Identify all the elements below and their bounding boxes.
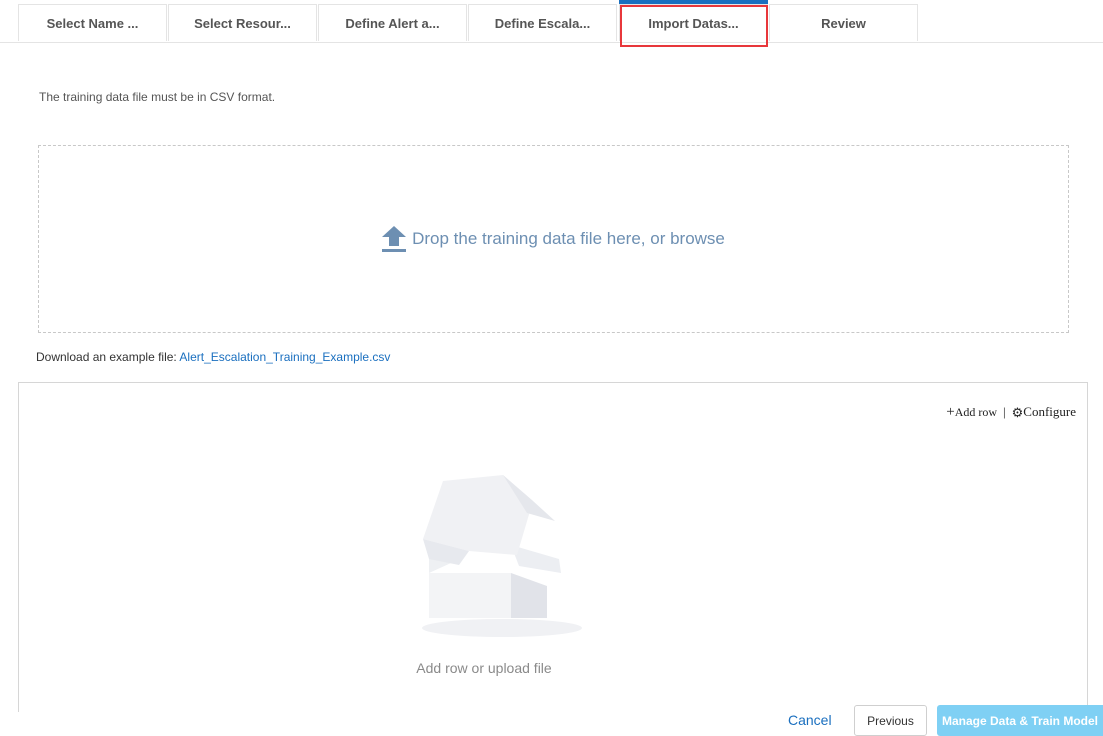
configure-label: Configure <box>1023 404 1076 419</box>
toolbar-separator: | <box>1003 404 1006 419</box>
active-tab-indicator <box>619 0 768 4</box>
tab-select-name[interactable]: Select Name ... <box>18 4 167 41</box>
cancel-button[interactable]: Cancel <box>788 712 832 728</box>
tab-define-alert[interactable]: Define Alert a... <box>318 4 467 41</box>
format-hint: The training data file must be in CSV fo… <box>39 90 276 104</box>
empty-box-icon <box>399 473 589 643</box>
file-dropzone[interactable]: Drop the training data file here, or bro… <box>38 145 1069 333</box>
grid-toolbar: + Add row | ⚙ Configure <box>946 404 1076 420</box>
upload-icon <box>382 226 407 252</box>
gear-icon: ⚙ <box>1011 404 1024 420</box>
data-grid-panel: + Add row | ⚙ Configure Add row or uploa… <box>18 382 1088 712</box>
empty-state-text: Add row or upload file <box>416 660 552 676</box>
download-prefix: Download an example file: <box>36 350 180 364</box>
tab-define-escalation[interactable]: Define Escala... <box>468 4 617 41</box>
previous-button[interactable]: Previous <box>854 705 927 736</box>
wizard-tabs: Select Name ... Select Resour... Define … <box>0 0 1103 43</box>
dropzone-text: Drop the training data file here, or bro… <box>412 229 725 248</box>
tab-import-dataset[interactable]: Import Datas... <box>619 4 768 41</box>
download-example: Download an example file: Alert_Escalati… <box>36 350 390 364</box>
example-file-link[interactable]: Alert_Escalation_Training_Example.csv <box>179 350 390 364</box>
tab-select-resource[interactable]: Select Resour... <box>168 4 317 41</box>
add-row-label: Add row <box>954 404 998 419</box>
manage-data-train-model-button[interactable]: Manage Data & Train Model <box>937 705 1103 736</box>
configure-button[interactable]: ⚙ Configure <box>1012 404 1076 420</box>
dropzone-content: Drop the training data file here, or bro… <box>382 226 725 252</box>
plus-icon: + <box>946 403 955 420</box>
tab-review[interactable]: Review <box>769 4 918 41</box>
add-row-button[interactable]: + Add row <box>946 403 998 420</box>
import-dataset-page: Select Name ... Select Resour... Define … <box>0 0 1103 736</box>
